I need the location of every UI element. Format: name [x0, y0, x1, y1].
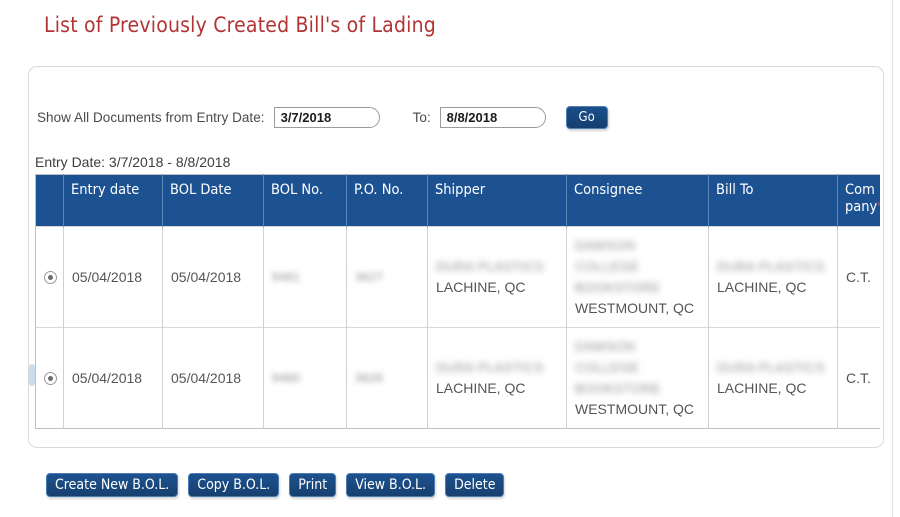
- col-header-bol-date[interactable]: BOL Date: [162, 174, 264, 227]
- cell-entry-date: 05/04/2018: [63, 327, 163, 429]
- row-radio-button[interactable]: [44, 372, 57, 386]
- row-select-cell[interactable]: [35, 327, 64, 429]
- row-select-cell[interactable]: [35, 226, 64, 328]
- entry-date-range-caption: Entry Date: 3/7/2018 - 8/8/2018: [35, 154, 231, 170]
- cell-bol-date: 05/04/2018: [162, 327, 264, 429]
- shipper-city: LACHINE, QC: [436, 380, 526, 396]
- to-label: To:: [412, 110, 431, 125]
- redacted-bill-to-name: DURA PLASTICS: [717, 360, 825, 375]
- consignee-city: WESTMOUNT, QC: [575, 300, 694, 316]
- redacted-consignee-line-2: COLLEGE: [575, 360, 640, 375]
- col-header-entry-date[interactable]: Entry date: [63, 174, 163, 227]
- col-header-select: [35, 174, 64, 227]
- page-root: List of Previously Created Bill's of Lad…: [0, 0, 900, 517]
- col-header-consignee[interactable]: Consignee: [566, 174, 709, 227]
- redacted-po-no: 3626: [355, 371, 384, 385]
- cell-bill-to: DURA PLASTICS LACHINE, QC: [708, 327, 838, 429]
- consignee-city: WESTMOUNT, QC: [575, 401, 694, 417]
- results-table-scroll[interactable]: Entry date BOL Date BOL No. P.O. No. Shi…: [35, 174, 880, 439]
- redacted-consignee-line-3: BOOKSTORE: [575, 280, 661, 295]
- page-title: List of Previously Created Bill's of Lad…: [44, 13, 436, 37]
- filter-and-results-panel: Show All Documents from Entry Date: To: …: [28, 66, 884, 448]
- table-body: 05/04/2018 05/04/2018 9481 3627 DURA PLA…: [35, 226, 880, 429]
- bill-to-city: LACHINE, QC: [717, 380, 807, 396]
- to-date-input[interactable]: [439, 107, 546, 128]
- print-button[interactable]: Print: [289, 473, 337, 497]
- action-button-bar: Create New B.O.L. Copy B.O.L. Print View…: [46, 473, 505, 497]
- cell-consignee: DAWSON COLLEGE BOOKSTORE WESTMOUNT, QC: [566, 226, 709, 328]
- cell-po-no: 3626: [346, 327, 428, 429]
- row-radio-button[interactable]: [44, 271, 57, 285]
- view-bol-button[interactable]: View B.O.L.: [346, 473, 436, 497]
- redacted-consignee-line-1: DAWSON: [575, 238, 636, 253]
- cell-bol-date: 05/04/2018: [162, 226, 264, 328]
- copy-bol-button[interactable]: Copy B.O.L.: [188, 473, 280, 497]
- table-row[interactable]: 05/04/2018 05/04/2018 9481 3627 DURA PLA…: [35, 226, 880, 328]
- page-right-edge: [892, 0, 893, 517]
- bol-table: Entry date BOL Date BOL No. P.O. No. Shi…: [35, 174, 880, 429]
- cell-consignee: DAWSON COLLEGE BOOKSTORE WESTMOUNT, QC: [566, 327, 709, 429]
- table-row[interactable]: 05/04/2018 05/04/2018 9480 3626 DURA PLA…: [35, 327, 880, 429]
- redacted-bol-no: 9481: [272, 270, 301, 284]
- cell-bol-no: 9480: [263, 327, 347, 429]
- redacted-bill-to-name: DURA PLASTICS: [717, 259, 825, 274]
- cell-bill-to: DURA PLASTICS LACHINE, QC: [708, 226, 838, 328]
- col-header-bol-no[interactable]: BOL No.: [263, 174, 347, 227]
- redacted-po-no: 3627: [355, 270, 384, 284]
- cell-company: C.T.: [837, 226, 880, 328]
- cell-entry-date: 05/04/2018: [63, 226, 163, 328]
- cell-shipper: DURA PLASTICS LACHINE, QC: [427, 226, 567, 328]
- col-header-po-no[interactable]: P.O. No.: [346, 174, 428, 227]
- col-header-company-label: Com pany: [845, 182, 878, 215]
- redacted-consignee-line-1: DAWSON: [575, 339, 636, 354]
- cell-po-no: 3627: [346, 226, 428, 328]
- col-header-bill-to[interactable]: Bill To: [708, 174, 838, 227]
- redacted-shipper-name: DURA PLASTICS: [436, 360, 544, 375]
- bill-to-city: LACHINE, QC: [717, 279, 807, 295]
- cell-company: C.T.: [837, 327, 880, 429]
- redacted-shipper-name: DURA PLASTICS: [436, 259, 544, 274]
- go-button[interactable]: Go: [565, 106, 608, 129]
- create-new-bol-button[interactable]: Create New B.O.L.: [46, 473, 179, 497]
- filter-row: Show All Documents from Entry Date: To: …: [37, 106, 608, 129]
- cell-shipper: DURA PLASTICS LACHINE, QC: [427, 327, 567, 429]
- required-asterisk: *: [877, 200, 880, 215]
- shipper-city: LACHINE, QC: [436, 279, 526, 295]
- table-header-row: Entry date BOL Date BOL No. P.O. No. Shi…: [35, 174, 880, 227]
- redacted-consignee-line-2: COLLEGE: [575, 259, 640, 274]
- show-all-documents-label: Show All Documents from Entry Date:: [37, 110, 265, 125]
- col-header-shipper[interactable]: Shipper: [427, 174, 567, 227]
- delete-button[interactable]: Delete: [445, 473, 505, 497]
- redacted-bol-no: 9480: [272, 371, 301, 385]
- table-vertical-scrollbar[interactable]: [29, 364, 35, 386]
- col-header-company[interactable]: Com pany*: [837, 174, 880, 227]
- redacted-consignee-line-3: BOOKSTORE: [575, 381, 661, 396]
- from-date-input[interactable]: [273, 107, 380, 128]
- cell-bol-no: 9481: [263, 226, 347, 328]
